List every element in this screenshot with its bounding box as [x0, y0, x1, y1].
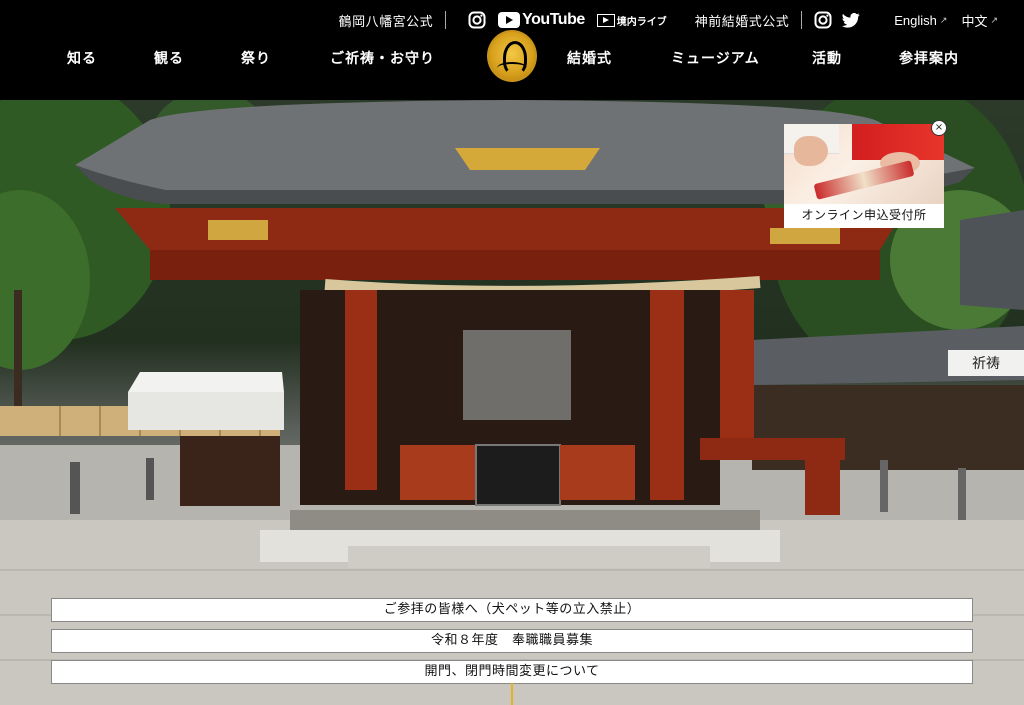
- wedding-social-group: 神前結婚式公式: [695, 11, 861, 30]
- shrine-official-label: 鶴岡八幡宮公式: [338, 14, 434, 30]
- youtube-icon: [498, 12, 521, 28]
- chinese-link[interactable]: 中文 ↗: [961, 11, 998, 30]
- english-link[interactable]: English ↗: [894, 13, 947, 28]
- language-links: English ↗ 中文 ↗: [894, 11, 998, 30]
- youtube-link[interactable]: YouTube: [498, 11, 585, 29]
- nav-item-wedding[interactable]: 結婚式: [567, 48, 612, 68]
- live-label: 境内ライブ: [616, 16, 667, 28]
- nav-item-know[interactable]: 知る: [67, 48, 97, 68]
- prayer-sign: 祈祷: [972, 356, 1000, 372]
- nav-item-activities[interactable]: 活動: [812, 48, 842, 68]
- popup-caption: オンライン申込受付所: [801, 208, 927, 222]
- nav-item-festivals[interactable]: 祭り: [241, 48, 271, 68]
- popup-photo: [784, 124, 944, 204]
- youtube-label: YouTube: [522, 11, 585, 28]
- notice-item-gate-hours[interactable]: 開門、閉門時間変更について: [51, 660, 973, 684]
- live-icon: [596, 13, 615, 27]
- twitter-icon[interactable]: [842, 12, 860, 28]
- instagram-icon[interactable]: [468, 11, 486, 29]
- nav-item-prayers-amulets[interactable]: ご祈祷・お守り: [330, 48, 435, 68]
- external-arrow-icon: ↗: [990, 14, 998, 25]
- notice-item-recruitment[interactable]: 令和８年度 奉職職員募集: [51, 629, 973, 653]
- nav-item-view[interactable]: 観る: [154, 48, 184, 68]
- live-camera-link[interactable]: 境内ライブ: [596, 13, 667, 28]
- english-label: English: [894, 12, 937, 28]
- close-icon[interactable]: ×: [931, 120, 947, 136]
- shrine-crest-logo[interactable]: [487, 30, 537, 82]
- wedding-official-label: 神前結婚式公式: [694, 14, 790, 30]
- divider: [801, 11, 803, 29]
- instagram-icon[interactable]: [814, 11, 832, 29]
- online-application-popup[interactable]: オンライン申込受付所 ×: [784, 120, 947, 228]
- top-utility-bar: 鶴岡八幡宮公式 YouTube 境内ライブ 神前結婚式公式 English ↗ …: [339, 9, 998, 31]
- scroll-indicator: [511, 683, 513, 705]
- external-arrow-icon: ↗: [939, 14, 948, 25]
- notice-item-pets[interactable]: ご参拝の皆様へ（犬ペット等の立入禁止）: [51, 598, 973, 622]
- site-header: 鶴岡八幡宮公式 YouTube 境内ライブ 神前結婚式公式 English ↗ …: [0, 0, 1024, 100]
- shrine-social-group: 鶴岡八幡宮公式 YouTube 境内ライブ: [339, 11, 667, 30]
- divider: [445, 11, 447, 29]
- nav-item-visit-guide[interactable]: 参拝案内: [899, 48, 959, 68]
- nav-item-museum[interactable]: ミュージアム: [671, 48, 760, 68]
- chinese-label: 中文: [961, 13, 988, 29]
